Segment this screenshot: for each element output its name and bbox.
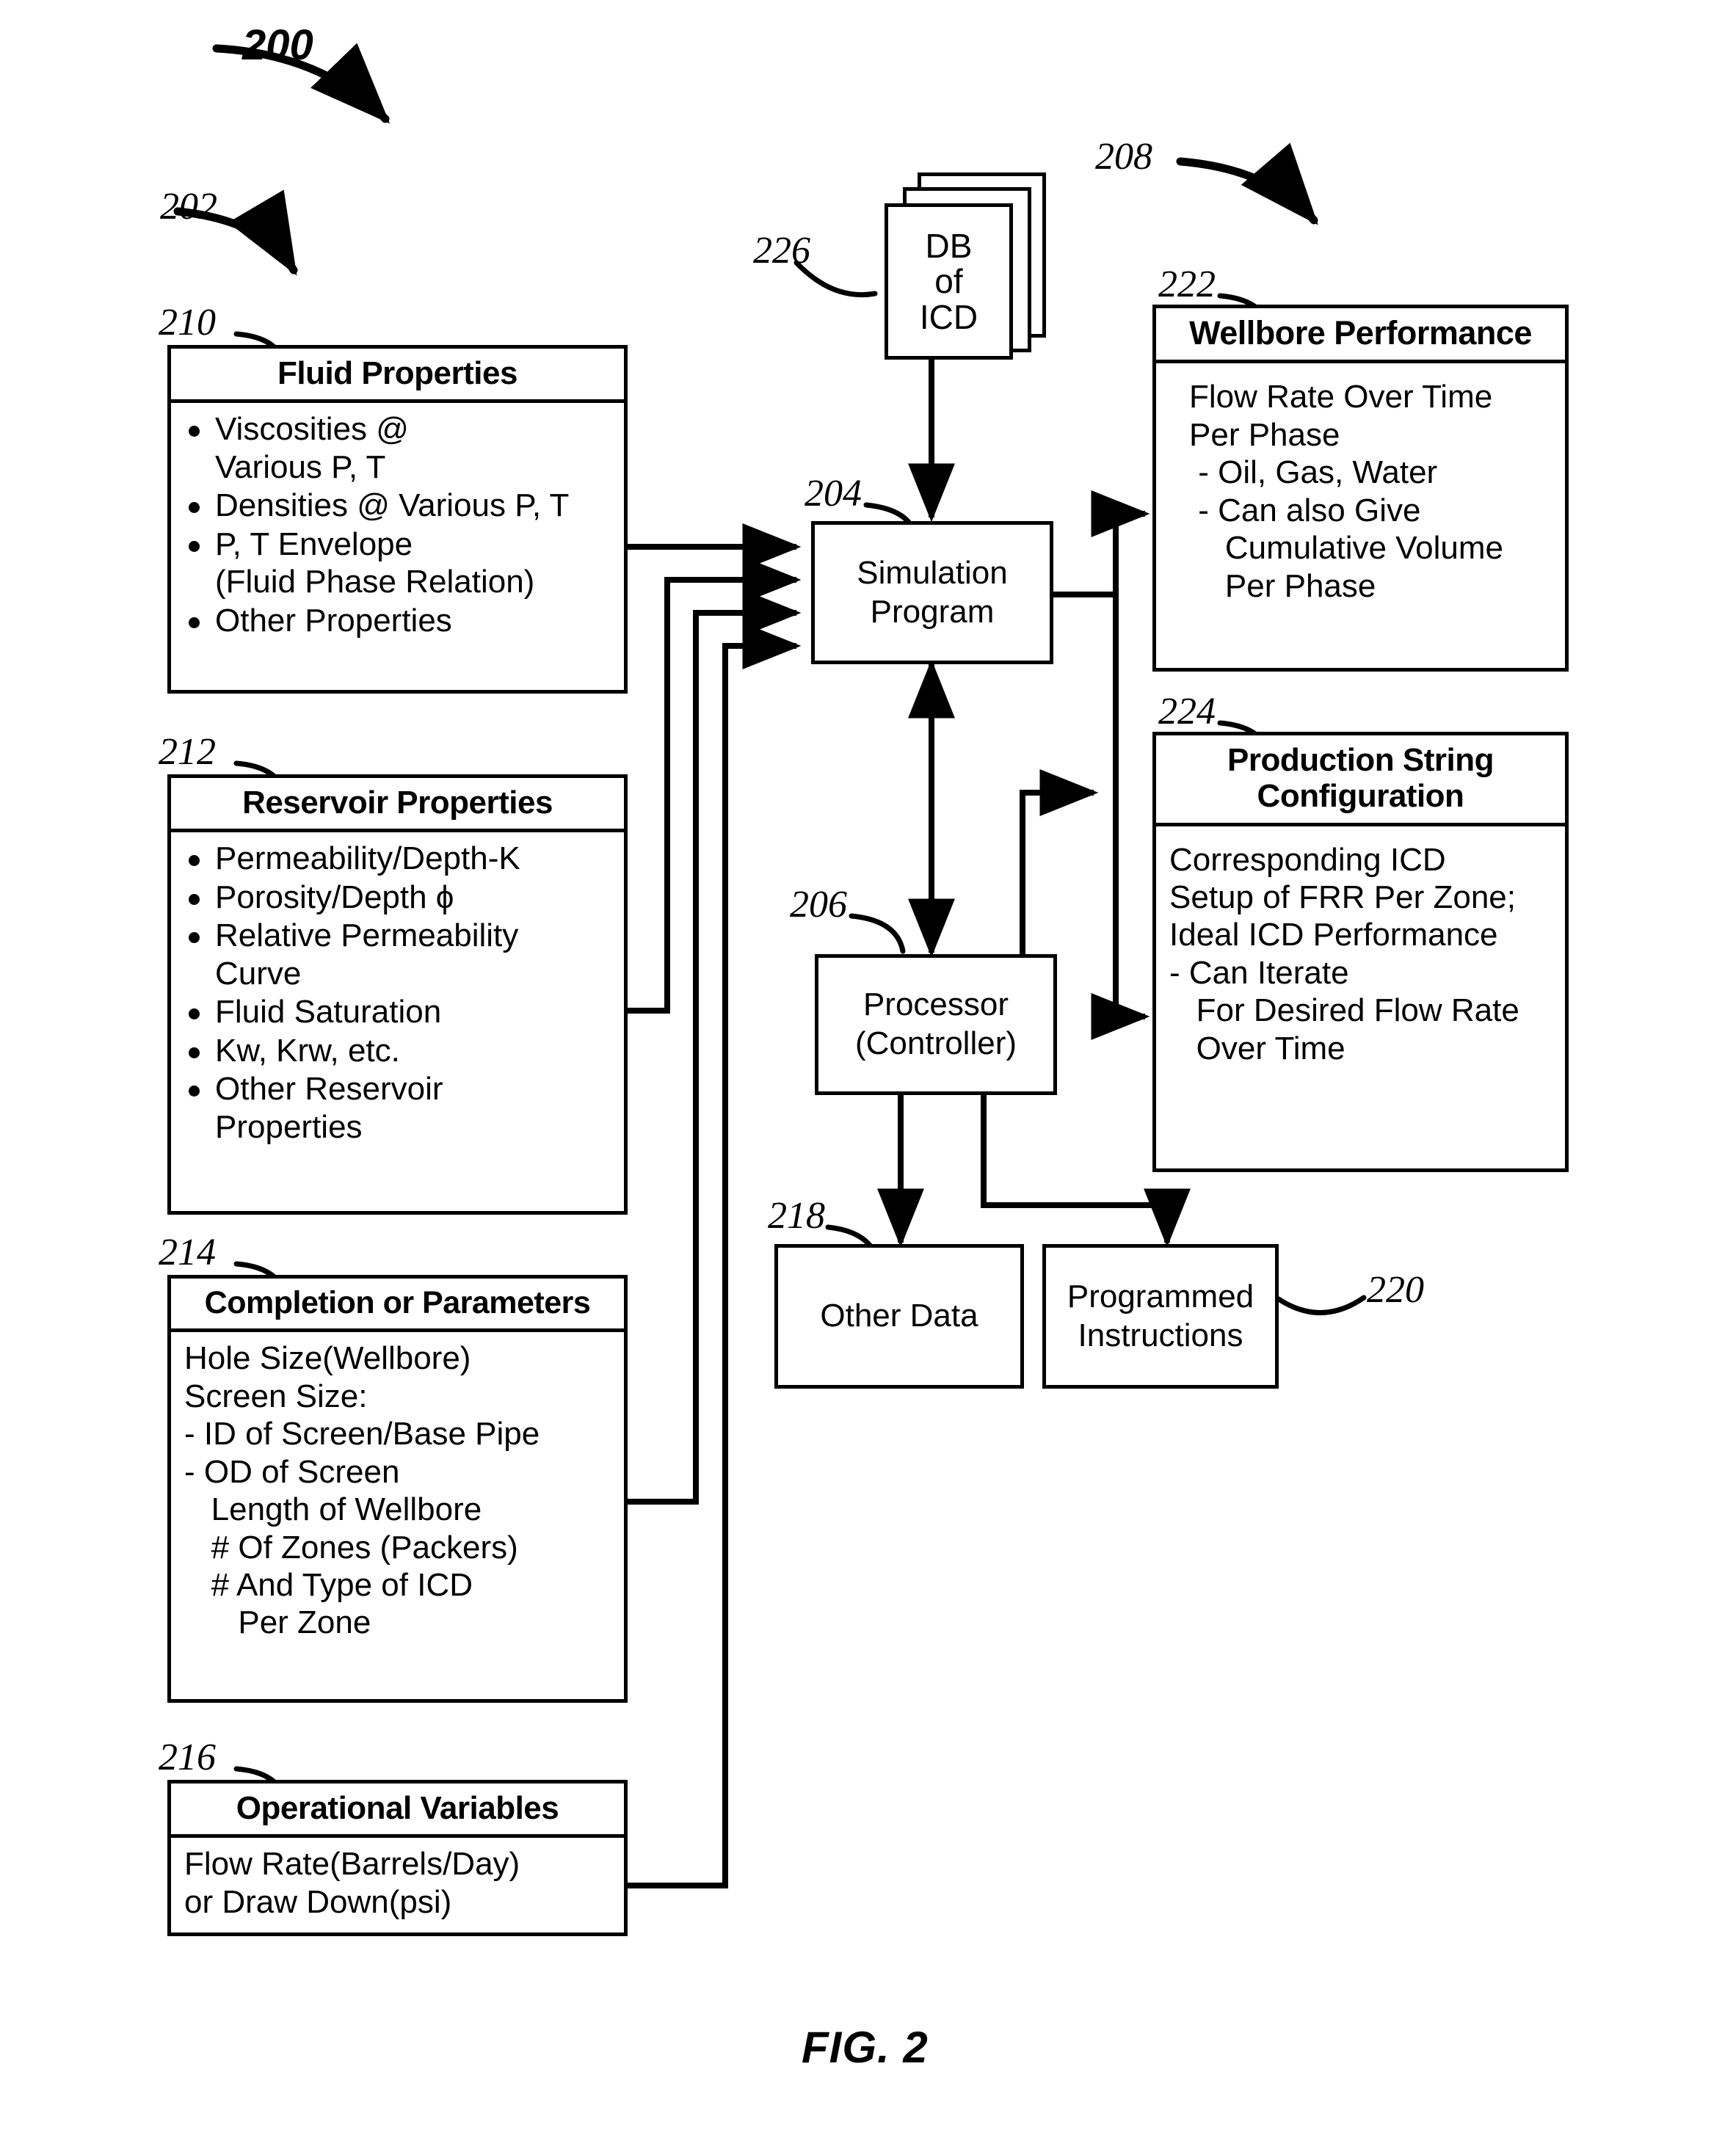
list-item: Fluid Saturation	[184, 993, 614, 1030]
ref-218: 218	[768, 1195, 825, 1237]
fluid-properties-title: Fluid Properties	[171, 349, 624, 404]
ref-212: 212	[159, 731, 216, 773]
wellbore-performance-body: Flow Rate Over Time Per Phase - Oil, Gas…	[1156, 363, 1565, 609]
ref-220: 220	[1367, 1269, 1424, 1311]
text-line: Flow Rate Over Time	[1189, 379, 1493, 415]
text-line: Flow Rate(Barrels/Day)	[184, 1846, 520, 1883]
ref-208: 208	[1095, 136, 1152, 178]
completion-parameters-body: Hole Size(Wellbore) Screen Size: - ID of…	[171, 1332, 624, 1646]
text-line: or Draw Down(psi)	[184, 1883, 452, 1920]
reservoir-properties-title: Reservoir Properties	[171, 778, 624, 833]
connector-operational-to-sim	[628, 622, 802, 1888]
ref-222: 222	[1158, 263, 1216, 305]
text-line: Screen Size:	[184, 1378, 368, 1414]
connector-sim-output-trunk	[1053, 514, 1119, 597]
list-item: Densities @ Various P, T	[184, 487, 614, 524]
processor-box: Processor (Controller)	[815, 954, 1057, 1095]
fluid-properties-body: Viscosities @ Various P, T Densities @ V…	[171, 403, 624, 644]
ref-202: 202	[160, 186, 217, 228]
text-line: Length of Wellbore	[184, 1491, 482, 1528]
text-line: For Desired Flow Rate	[1169, 992, 1519, 1029]
completion-parameters-box: Completion or Parameters Hole Size(Wellb…	[167, 1275, 628, 1703]
list-item: Permeability/Depth-K	[184, 840, 614, 877]
text-line: Cumulative Volume	[1189, 530, 1503, 567]
list-item: Other Reservoir Properties	[184, 1070, 614, 1146]
list-item: Viscosities @ Various P, T	[184, 410, 614, 486]
production-string-configuration-body: Corresponding ICD Setup of FRR Per Zone;…	[1156, 826, 1565, 1072]
wellbore-performance-box: Wellbore Performance Flow Rate Over Time…	[1152, 305, 1569, 672]
ref-226: 226	[753, 230, 810, 272]
connector-processor-to-instructions	[981, 1094, 1191, 1248]
leader-arrow-208	[1176, 142, 1318, 225]
figure-caption: FIG. 2	[802, 2023, 929, 2072]
connector-processor-to-prodstring	[1020, 769, 1099, 954]
production-string-configuration-title: Production String Configuration	[1156, 735, 1565, 826]
leader-206	[849, 913, 906, 954]
text-line: - Can Iterate	[1169, 954, 1349, 991]
simulation-program-box: Simulation Program	[811, 521, 1053, 664]
text-line: Ideal ICD Performance	[1169, 917, 1498, 953]
text-line: # And Type of ICD	[184, 1566, 473, 1603]
reservoir-properties-body: Permeability/Depth-K Porosity/Depth ϕ Re…	[171, 832, 624, 1151]
other-data-box: Other Data	[774, 1244, 1024, 1389]
ref-206: 206	[790, 884, 847, 926]
list-item: Porosity/Depth ϕ	[184, 879, 614, 916]
db-of-icd-label: DB of ICD	[919, 227, 978, 336]
text-line: Hole Size(Wellbore)	[184, 1340, 471, 1377]
text-line: Setup of FRR Per Zone;	[1169, 879, 1516, 915]
ref-200: 200	[242, 21, 313, 69]
ref-224: 224	[1158, 691, 1216, 732]
list-item: Other Properties	[184, 602, 614, 639]
other-data-label: Other Data	[820, 1298, 978, 1334]
production-string-configuration-box: Production String Configuration Correspo…	[1152, 732, 1569, 1172]
text-line: Corresponding ICD	[1169, 841, 1446, 878]
operational-variables-box: Operational Variables Flow Rate(Barrels/…	[167, 1780, 628, 1936]
wellbore-performance-title: Wellbore Performance	[1156, 308, 1565, 364]
programmed-instructions-box: Programmed Instructions	[1042, 1244, 1279, 1389]
programmed-instructions-label: Programmed Instructions	[1067, 1278, 1254, 1353]
text-line: - Can also Give	[1189, 492, 1421, 528]
text-line: - ID of Screen/Base Pipe	[184, 1416, 540, 1452]
text-line: Per Phase	[1189, 567, 1376, 604]
list-item: P, T Envelope (Fluid Phase Relation)	[184, 526, 614, 601]
text-line: - Oil, Gas, Water	[1189, 454, 1438, 491]
leader-220	[1276, 1295, 1367, 1315]
list-item: Kw, Krw, etc.	[184, 1032, 614, 1069]
text-line: Per Zone	[184, 1604, 371, 1641]
reservoir-properties-list: Permeability/Depth-K Porosity/Depth ϕ Re…	[184, 840, 614, 1146]
patent-figure-page: 200 202 208 210 212 214 216 226 204 206 …	[0, 0, 1736, 2138]
text-line: # Of Zones (Packers)	[184, 1529, 518, 1566]
connector-completion-to-sim	[628, 589, 802, 1505]
ref-216: 216	[159, 1737, 216, 1778]
list-item: Relative Permeability Curve	[184, 917, 614, 992]
operational-variables-title: Operational Variables	[171, 1784, 624, 1839]
text-line: Over Time	[1169, 1030, 1345, 1066]
completion-parameters-title: Completion or Parameters	[171, 1279, 624, 1333]
text-line: - OD of Screen	[184, 1453, 400, 1490]
text-line: Per Phase	[1189, 416, 1340, 453]
ref-214: 214	[159, 1232, 216, 1273]
reservoir-properties-box: Reservoir Properties Permeability/Depth-…	[167, 774, 628, 1215]
fluid-properties-box: Fluid Properties Viscosities @ Various P…	[167, 345, 628, 694]
simulation-program-label: Simulation Program	[857, 554, 1008, 630]
db-of-icd-box: DB of ICD	[885, 203, 1013, 360]
ref-210: 210	[159, 302, 216, 343]
fluid-properties-list: Viscosities @ Various P, T Densities @ V…	[184, 410, 614, 639]
processor-label: Processor (Controller)	[854, 986, 1017, 1061]
ref-204: 204	[805, 473, 862, 514]
operational-variables-body: Flow Rate(Barrels/Day) or Draw Down(psi)	[171, 1838, 624, 1925]
